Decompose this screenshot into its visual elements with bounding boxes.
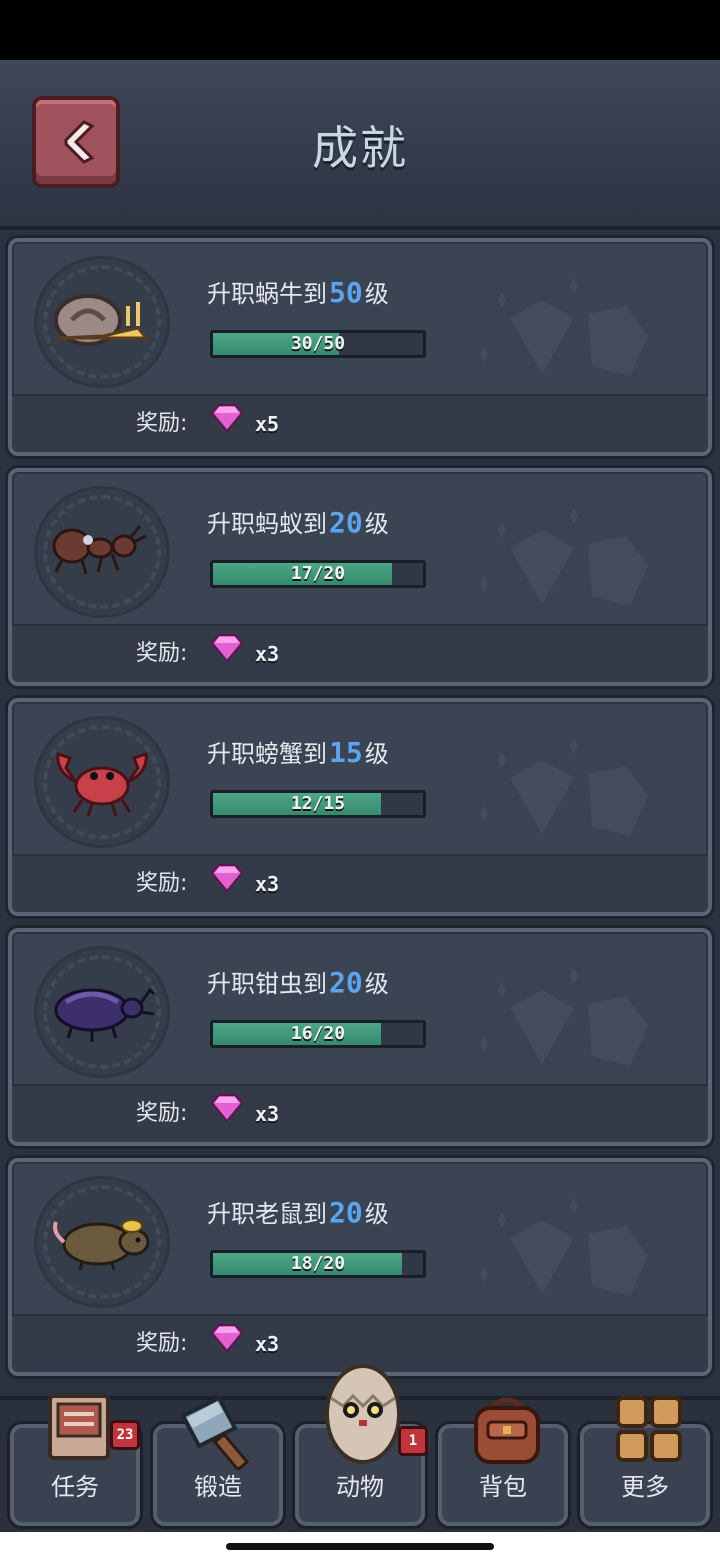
achievement-title: 升职蚂蚁到 20 级 [207, 504, 389, 539]
gem-decoration-icon [480, 1198, 648, 1296]
gem-icon [210, 1324, 244, 1353]
progress-bar: 16/20 [210, 1020, 426, 1048]
nav-forge-label: 锻造 [194, 1473, 242, 1501]
reward-row [12, 854, 708, 912]
target-level: 20 [329, 506, 363, 539]
beetle-icon [54, 987, 156, 1042]
nav-animals-label: 动物 [336, 1473, 384, 1501]
target-level: 15 [329, 736, 363, 769]
progress-bar: 18/20 [210, 1250, 426, 1278]
gem-icon [210, 404, 244, 433]
nav-backpack-label: 背包 [479, 1473, 527, 1501]
achievement-title: 升职老鼠到 20 级 [207, 1194, 389, 1229]
nav-more-label: 更多 [621, 1473, 669, 1501]
nav-tasks-label: 任务 [51, 1473, 99, 1501]
reward-label: 奖励: [136, 871, 188, 896]
status-bar [0, 0, 720, 60]
backpack-icon [474, 1397, 540, 1464]
gem-decoration-icon [480, 508, 648, 606]
reward-row [12, 624, 708, 682]
nav-animals-button[interactable]: 1 动物 [295, 1364, 428, 1526]
progress-text: 30/50 [290, 333, 346, 354]
tasks-badge: 23 [110, 1420, 140, 1450]
animals-badge: 1 [398, 1426, 428, 1456]
snail-icon [54, 294, 150, 346]
nav-more-button[interactable]: 更多 [580, 1396, 710, 1526]
achievement-title: 升职螃蟹到 15 级 [207, 734, 389, 769]
achievement-title-prefix: 升职螃蟹到 [207, 740, 327, 768]
progress-text: 12/15 [290, 793, 346, 814]
achievement-title: 升职蜗牛到 50 级 [207, 274, 389, 309]
back-button[interactable] [32, 96, 120, 188]
nav-tasks-button[interactable]: 23 任务 [10, 1394, 140, 1526]
achievement-card: 升职螃蟹到 15 级 12/15 奖励: x3 [8, 698, 712, 916]
achievement-title-prefix: 升职蚂蚁到 [207, 510, 327, 538]
chevron-left-icon [64, 120, 95, 164]
achievement-title-suffix: 级 [364, 1200, 389, 1228]
reward-count: x3 [255, 1102, 280, 1126]
nav-backpack-button[interactable]: 背包 [438, 1397, 568, 1526]
achievement-title-suffix: 级 [364, 280, 389, 308]
home-indicator[interactable] [226, 1543, 494, 1550]
page-title: 成就 [312, 121, 408, 175]
reward-label: 奖励: [136, 641, 188, 666]
ant-icon [52, 525, 147, 575]
reward-row [12, 1084, 708, 1142]
reward-count: x3 [255, 1332, 280, 1356]
reward-label: 奖励: [136, 1101, 188, 1126]
crab-icon [56, 751, 148, 817]
achievement-card: 升职老鼠到 20 级 18/20 奖励: x3 [8, 1158, 712, 1376]
gem-decoration-icon [480, 738, 648, 836]
reward-row [12, 394, 708, 452]
gem-icon [210, 634, 244, 663]
task-book-icon [48, 1394, 110, 1460]
header: 成就 [0, 60, 720, 230]
reward-count: x3 [255, 872, 280, 896]
egg-creature-icon [325, 1364, 401, 1464]
achievement-title: 升职钳虫到 20 级 [207, 964, 389, 999]
mouse-icon [53, 1219, 150, 1271]
reward-label: 奖励: [136, 411, 188, 436]
achievement-card: 升职钳虫到 20 级 16/20 奖励: x3 [8, 928, 712, 1146]
progress-bar: 17/20 [210, 560, 426, 588]
progress-bar: 30/50 [210, 330, 426, 358]
target-level: 20 [329, 966, 363, 999]
target-level: 20 [329, 1196, 363, 1229]
target-level: 50 [329, 276, 363, 309]
gem-icon [210, 1094, 244, 1123]
grid-icon [616, 1396, 682, 1462]
achievement-title-prefix: 升职老鼠到 [207, 1200, 327, 1228]
progress-text: 16/20 [290, 1023, 346, 1044]
achievement-title-prefix: 升职钳虫到 [207, 970, 327, 998]
reward-count: x3 [255, 642, 280, 666]
hammer-icon [180, 1395, 250, 1470]
gem-decoration-icon [480, 968, 648, 1066]
gem-decoration-icon [480, 278, 648, 376]
nav-forge-button[interactable]: 锻造 [153, 1395, 283, 1526]
reward-label: 奖励: [136, 1331, 188, 1356]
home-bar-area [0, 1532, 720, 1560]
achievement-title-prefix: 升职蜗牛到 [207, 280, 327, 308]
progress-bar: 12/15 [210, 790, 426, 818]
achievement-title-suffix: 级 [364, 970, 389, 998]
gem-icon [210, 864, 244, 893]
progress-text: 17/20 [290, 563, 346, 584]
reward-count: x5 [255, 412, 280, 436]
achievement-card: 升职蚂蚁到 20 级 17/20 奖励: x3 [8, 468, 712, 686]
game-screen: 成就 升职蜗牛到 50 级 30/50 奖励: x5 升职蚂蚁到 20 级 17… [0, 0, 720, 1560]
bottom-nav: 23 任务 锻造 1 动物 背包 更多 [0, 1364, 720, 1532]
achievement-title-suffix: 级 [364, 510, 389, 538]
progress-text: 18/20 [290, 1253, 346, 1274]
achievement-card: 升职蜗牛到 50 级 30/50 奖励: x5 [8, 238, 712, 456]
achievement-title-suffix: 级 [364, 740, 389, 768]
